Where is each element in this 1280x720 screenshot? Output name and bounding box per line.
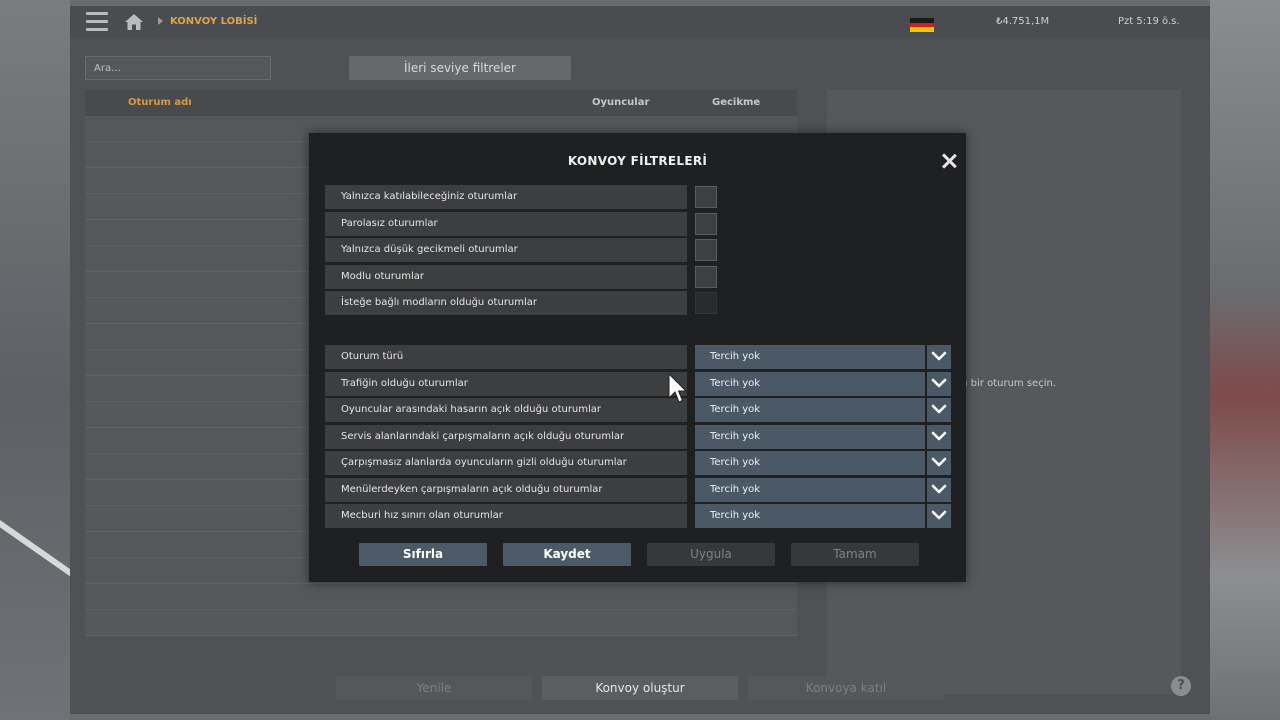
- mouse-cursor-icon: [668, 373, 688, 403]
- preference-dropdown[interactable]: Tercih yok: [695, 451, 951, 475]
- chevron-down-icon[interactable]: [927, 451, 951, 475]
- chevron-down-icon[interactable]: [927, 504, 951, 528]
- filter-preference-label: Menülerdeyken çarpışmaların açık olduğu …: [325, 477, 687, 502]
- filter-preference-label: Oturum türü: [325, 345, 687, 369]
- session-table-header: Oturum adı Oyuncular Gecikme: [85, 90, 797, 116]
- dropdown-value[interactable]: Tercih yok: [695, 477, 925, 502]
- create-convoy-button[interactable]: Konvoy oluştur: [542, 676, 738, 700]
- filter-preference-label: Mecburi hız sınırı olan oturumlar: [325, 504, 687, 528]
- top-bar: KONVOY LOBİSİ ₺4.751,1M Pzt 5:19 ö.s.: [70, 6, 1210, 38]
- chevron-down-icon[interactable]: [927, 424, 951, 449]
- column-ping[interactable]: Gecikme: [712, 97, 760, 108]
- table-row: [85, 610, 797, 636]
- chevron-down-icon[interactable]: [927, 477, 951, 502]
- advanced-filters-button[interactable]: İleri seviye filtreler: [349, 56, 571, 80]
- filter-option-label: Parolasız oturumlar: [325, 211, 687, 236]
- game-clock: Pzt 5:19 ö.s.: [1118, 16, 1180, 27]
- preference-dropdown[interactable]: Tercih yok: [695, 371, 951, 396]
- background-right: [1210, 0, 1280, 720]
- menu-icon[interactable]: [86, 12, 108, 32]
- home-icon[interactable]: [124, 13, 144, 31]
- flag-stripe-gold: [910, 27, 934, 32]
- table-row: [85, 584, 797, 610]
- dialog-title: KONVOY FİLTRELERİ: [567, 154, 708, 168]
- dropdown-value[interactable]: Tercih yok: [695, 371, 925, 396]
- dropdown-value[interactable]: Tercih yok: [695, 345, 925, 369]
- preference-dropdown[interactable]: Tercih yok: [695, 477, 951, 502]
- filter-option-label: İsteğe bağlı modların olduğu oturumlar: [325, 291, 687, 315]
- filter-option-label: Yalnızca düşük gecikmeli oturumlar: [325, 238, 687, 262]
- apply-button[interactable]: Uygula: [647, 543, 775, 566]
- chevron-down-icon[interactable]: [927, 345, 951, 369]
- preference-dropdown[interactable]: Tercih yok: [695, 398, 951, 422]
- preference-dropdown[interactable]: Tercih yok: [695, 504, 951, 528]
- save-button[interactable]: Kaydet: [503, 543, 631, 566]
- chevron-down-icon[interactable]: [927, 371, 951, 396]
- breadcrumb[interactable]: KONVOY LOBİSİ: [170, 16, 257, 27]
- dropdown-value[interactable]: Tercih yok: [695, 451, 925, 475]
- column-session-name[interactable]: Oturum adı: [128, 97, 192, 108]
- help-icon[interactable]: ?: [1171, 676, 1191, 696]
- filter-preference-label: Servis alanlarındaki çarpışmaların açık …: [325, 424, 687, 449]
- filter-preference-label: Çarpışmasız alanlarda oyuncuların gizli …: [325, 451, 687, 475]
- join-convoy-button[interactable]: Konvoya katıl: [748, 676, 944, 700]
- breadcrumb-arrow-icon: [158, 17, 163, 25]
- background-left: [0, 0, 70, 720]
- dropdown-value[interactable]: Tercih yok: [695, 424, 925, 449]
- filter-option-label: Yalnızca katılabileceğiniz oturumlar: [325, 185, 687, 209]
- reset-button[interactable]: Sıfırla: [359, 543, 487, 566]
- filter-preference-label: Oyuncular arasındaki hasarın açık olduğu…: [325, 398, 687, 422]
- filter-checkbox[interactable]: [695, 186, 717, 208]
- convoy-filters-dialog: KONVOY FİLTRELERİ Yalnızca katılabileceğ…: [309, 133, 966, 582]
- dropdown-value[interactable]: Tercih yok: [695, 398, 925, 422]
- flag-icon: [910, 18, 934, 32]
- money-display: ₺4.751,1M: [996, 16, 1050, 27]
- filter-preference-label: Trafiğin olduğu oturumlar: [325, 371, 687, 396]
- chevron-down-icon[interactable]: [927, 398, 951, 422]
- select-session-hint: en bir oturum seçin.: [955, 378, 1056, 389]
- ok-button[interactable]: Tamam: [791, 543, 919, 566]
- column-players[interactable]: Oyuncular: [592, 97, 649, 108]
- refresh-button[interactable]: Yenile: [336, 676, 532, 700]
- filter-option-label: Modlu oturumlar: [325, 264, 687, 289]
- search-input[interactable]: [85, 56, 271, 80]
- preference-dropdown[interactable]: Tercih yok: [695, 424, 951, 449]
- filter-checkbox[interactable]: [695, 265, 717, 288]
- filter-checkbox[interactable]: [695, 239, 717, 261]
- close-icon[interactable]: [941, 153, 957, 169]
- filter-checkbox[interactable]: [695, 212, 717, 235]
- dropdown-value[interactable]: Tercih yok: [695, 504, 925, 528]
- preference-dropdown[interactable]: Tercih yok: [695, 345, 951, 369]
- filter-checkbox: [695, 292, 717, 314]
